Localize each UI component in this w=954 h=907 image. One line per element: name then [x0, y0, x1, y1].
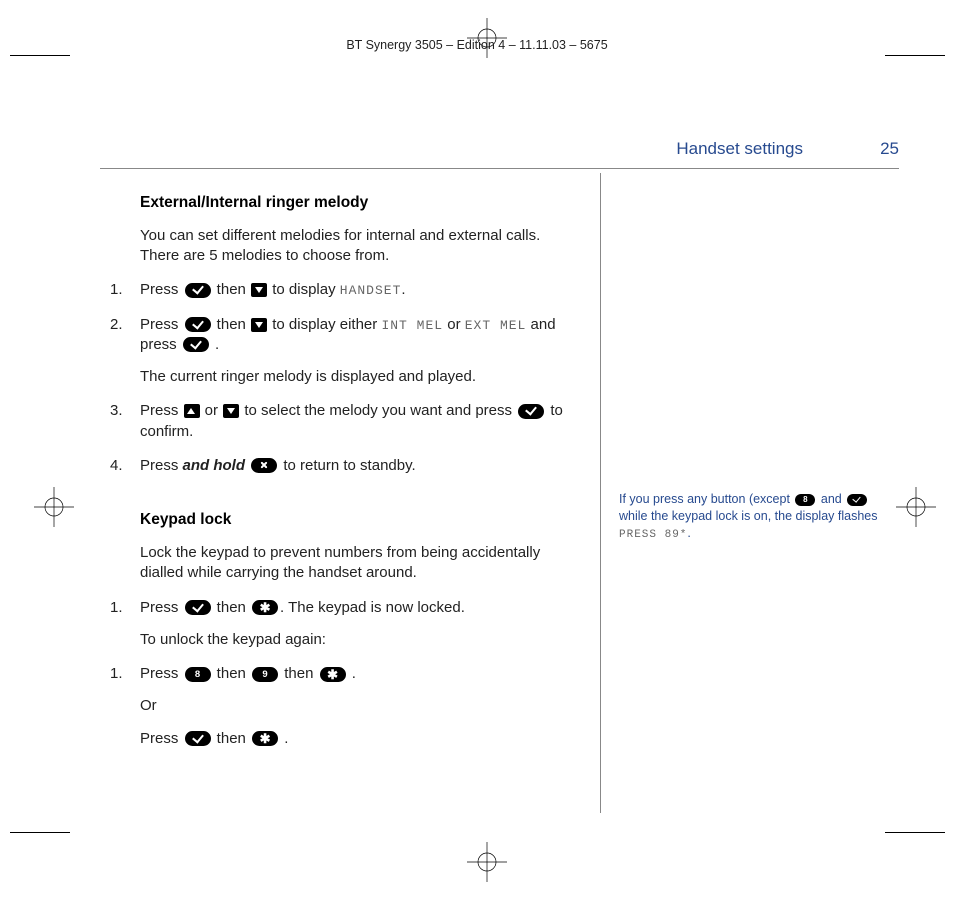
display-text: PRESS 89*	[619, 529, 687, 541]
page-header-row: Handset settings 25	[100, 139, 899, 159]
ringer-heading: External/Internal ringer melody	[110, 193, 582, 214]
manual-page: BT Synergy 3505 – Edition 4 – 11.11.03 –…	[0, 0, 954, 907]
crop-mark	[10, 55, 70, 56]
crop-mark	[885, 55, 945, 56]
cancel-button-icon	[251, 458, 277, 473]
divider	[100, 168, 899, 169]
ringer-step-4: 4. Press and hold to return to standby.	[110, 456, 582, 476]
ringer-step-3: 3. Press or to select the melody you wan…	[110, 401, 582, 442]
ok-button-icon	[847, 494, 867, 506]
step-body: Press or to select the melody you want a…	[140, 401, 582, 442]
keypad-intro: Lock the keypad to prevent numbers from …	[110, 543, 582, 584]
keypad-lock-step-1: 1. Press then ✱. The keypad is now locke…	[110, 598, 582, 651]
step-body: Press 8 then 9 then ✱ . Or Press then ✱ …	[140, 664, 582, 749]
eight-button-icon: 8	[795, 494, 815, 506]
step-body: Press then ✱. The keypad is now locked. …	[140, 598, 582, 651]
step-number: 2.	[110, 315, 140, 388]
crop-mark	[10, 832, 70, 833]
section-title: Handset settings	[676, 139, 803, 159]
step-number: 3.	[110, 401, 140, 442]
step-number: 4.	[110, 456, 140, 476]
keypad-lock-side-note: If you press any button (except 8 and wh…	[619, 491, 889, 543]
down-arrow-icon	[223, 404, 239, 418]
registration-mark-left	[34, 487, 74, 527]
display-text: INT MEL	[381, 318, 443, 333]
content-columns: External/Internal ringer melody You can …	[100, 173, 899, 807]
ok-button-icon	[185, 600, 211, 615]
registration-mark-bottom	[467, 842, 507, 882]
step-number: 1.	[110, 664, 140, 749]
ringer-step-2: 2. Press then to display either INT MEL …	[110, 315, 582, 388]
display-text: EXT MEL	[465, 318, 527, 333]
side-column: If you press any button (except 8 and wh…	[601, 173, 899, 807]
star-button-icon: ✱	[252, 600, 278, 615]
document-header: BT Synergy 3505 – Edition 4 – 11.11.03 –…	[200, 38, 754, 52]
ok-button-icon	[185, 317, 211, 332]
main-column: External/Internal ringer melody You can …	[100, 173, 600, 807]
up-arrow-icon	[184, 404, 200, 418]
step-body: Press then to display either INT MEL or …	[140, 315, 582, 388]
step-number: 1.	[110, 280, 140, 300]
page-number: 25	[859, 139, 899, 159]
ringer-step-1: 1. Press then to display HANDSET.	[110, 280, 582, 300]
star-button-icon: ✱	[252, 731, 278, 746]
keypad-heading: Keypad lock	[110, 510, 582, 531]
step-body: Press and hold to return to standby.	[140, 456, 582, 476]
step-number: 1.	[110, 598, 140, 651]
registration-mark-right	[896, 487, 936, 527]
ok-button-icon	[185, 283, 211, 298]
nine-button-icon: 9	[252, 667, 278, 682]
ok-button-icon	[183, 337, 209, 352]
star-button-icon: ✱	[320, 667, 346, 682]
down-arrow-icon	[251, 318, 267, 332]
down-arrow-icon	[251, 283, 267, 297]
eight-button-icon: 8	[185, 667, 211, 682]
ok-button-icon	[185, 731, 211, 746]
display-text: HANDSET	[340, 283, 402, 298]
keypad-unlock-step-1: 1. Press 8 then 9 then ✱ . Or Press then…	[110, 664, 582, 749]
ok-button-icon	[518, 404, 544, 419]
and-hold-emphasis: and hold	[183, 457, 246, 474]
ringer-intro: You can set different melodies for inter…	[110, 226, 582, 267]
crop-mark	[885, 832, 945, 833]
step-body: Press then to display HANDSET.	[140, 280, 582, 300]
